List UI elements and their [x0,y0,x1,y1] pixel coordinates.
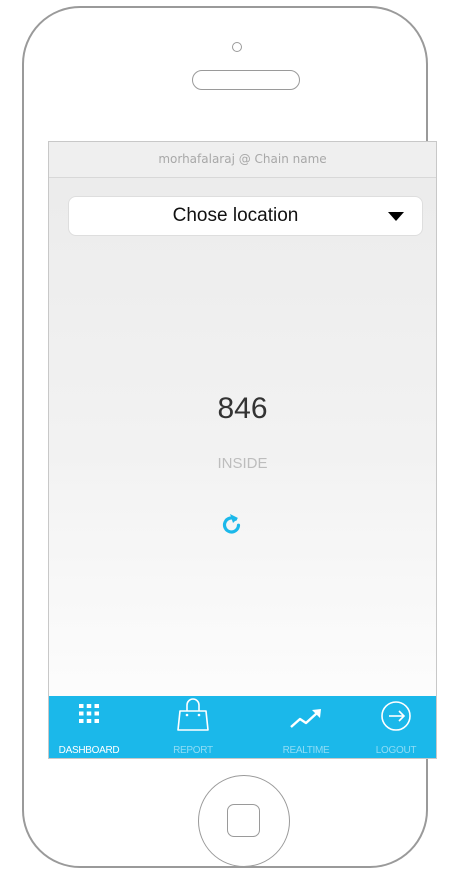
tab-realtime-label: REALTIME [282,745,330,756]
tab-report[interactable]: REPORT [153,696,233,758]
tab-dashboard[interactable]: DASHBOARD [49,696,129,758]
camera-icon [232,42,242,52]
grid-icon [79,704,99,723]
tab-realtime[interactable]: REALTIME [266,696,346,758]
tab-report-label: REPORT [173,745,213,756]
logout-icon [381,701,411,731]
app-screen: morhafalaraj @ Chain name Chose location… [48,141,437,759]
home-square-icon [227,804,260,837]
visitor-count: 846 [217,392,268,425]
tab-dashboard-label: DASHBOARD [58,745,120,756]
speaker-grille [192,70,300,90]
trend-up-icon [290,709,321,728]
user-header: morhafalaraj @ Chain name [49,142,436,178]
caret-down-icon [388,212,404,221]
location-dropdown-label: Chose location [172,205,299,226]
tab-logout[interactable]: LOGOUT [356,696,436,758]
refresh-icon[interactable] [221,512,243,536]
shopping-bag-icon [177,698,209,731]
tab-logout-label: LOGOUT [375,745,417,756]
location-dropdown[interactable]: Chose location [68,196,423,236]
visitor-count-label: INSIDE [217,455,268,472]
user-chain-label: morhafalaraj @ Chain name [158,152,327,166]
home-button[interactable] [198,775,290,867]
bottom-tab-bar: DASHBOARD REPORT REALTIME LOGOUT [49,696,436,758]
